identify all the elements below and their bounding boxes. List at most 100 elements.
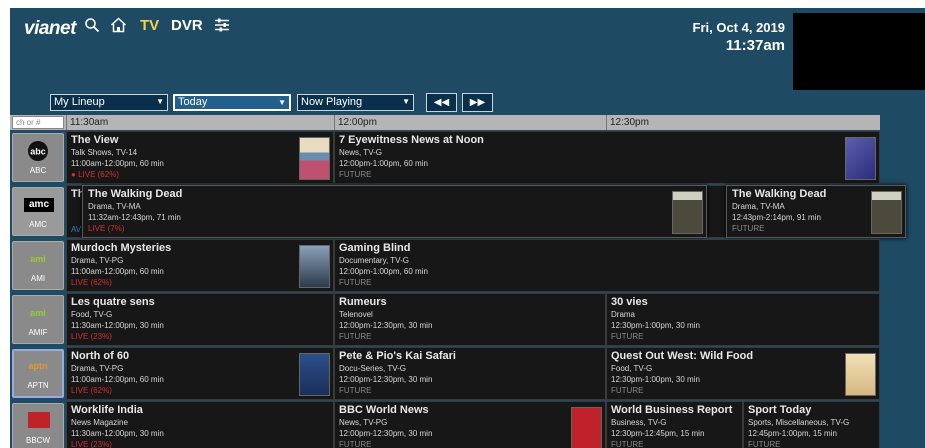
program-status: LIVE (7%) bbox=[88, 224, 125, 233]
day-select[interactable]: Today ▼ bbox=[173, 94, 291, 111]
program-genre: Drama, TV-MA bbox=[88, 202, 141, 211]
program-title: North of 60 bbox=[71, 350, 130, 362]
video-preview[interactable] bbox=[793, 13, 925, 90]
program-cell[interactable]: 7 Eyewitness News at Noon News, TV-G 12:… bbox=[334, 131, 880, 184]
program-title: Murdoch Mysteries bbox=[71, 242, 172, 254]
program-cell[interactable]: Rumeurs Telenovel 12:00pm-12:30pm, 30 mi… bbox=[334, 293, 606, 346]
channel-aptn[interactable]: aptn APTN bbox=[12, 349, 64, 398]
program-popup[interactable]: The Walking Dead Drama, TV-MA 12:43pm-2:… bbox=[726, 185, 906, 238]
program-cell[interactable]: Worklife India News Magazine 11:30am-12:… bbox=[66, 401, 334, 448]
program-title: Pete & Pio's Kai Safari bbox=[339, 350, 456, 362]
channel-row-abc: abc ABC The View Talk Shows, TV-14 11:00… bbox=[10, 131, 880, 184]
bbc-logo-icon bbox=[28, 412, 50, 428]
program-status: FUTURE bbox=[339, 170, 372, 179]
program-cell[interactable]: BBC World News News, TV-PG 12:00pm-12:30… bbox=[334, 401, 606, 448]
day-select-value: Today bbox=[178, 96, 208, 108]
lineup-select-value: My Lineup bbox=[54, 96, 105, 108]
program-genre: Docu-Series, TV-G bbox=[339, 364, 406, 373]
program-thumbnail bbox=[672, 191, 703, 234]
channel-row-aptn: aptn APTN North of 60 Drama, TV-PG 11:00… bbox=[10, 347, 880, 400]
program-time: 12:00pm-1:00pm, 60 min bbox=[339, 159, 428, 168]
lineup-select[interactable]: My Lineup ▼ bbox=[50, 94, 168, 111]
channel-abc[interactable]: abc ABC bbox=[12, 133, 64, 182]
program-cell[interactable]: 30 vies Drama 12:30pm-1:00pm, 30 min FUT… bbox=[606, 293, 880, 346]
channel-ami[interactable]: ami AMI bbox=[12, 241, 64, 290]
channel-row-amif: ami AMIF Les quatre sens Food, TV-G 11:3… bbox=[10, 293, 880, 346]
program-status: FUTURE bbox=[339, 386, 372, 395]
program-status: LIVE (23%) bbox=[71, 440, 112, 448]
program-genre: News, TV-G bbox=[339, 148, 382, 157]
program-status: FUTURE bbox=[611, 386, 644, 395]
program-cell[interactable]: The View Talk Shows, TV-14 11:00am-12:00… bbox=[66, 131, 334, 184]
channel-name: AMI bbox=[30, 274, 46, 283]
channel-amif[interactable]: ami AMIF bbox=[12, 295, 64, 344]
svg-text:abc: abc bbox=[30, 147, 46, 157]
program-title: Les quatre sens bbox=[71, 296, 155, 308]
program-cell[interactable]: Sport Today Sports, Miscellaneous, TV-G … bbox=[743, 401, 880, 448]
program-thumbnail bbox=[571, 407, 602, 448]
program-thumbnail bbox=[845, 137, 876, 180]
program-title: Sport Today bbox=[748, 404, 812, 416]
program-title: BBC World News bbox=[339, 404, 429, 416]
program-cell[interactable]: World Business Report Business, TV-G 12:… bbox=[606, 401, 743, 448]
aptn-logo-icon: aptn bbox=[28, 361, 48, 371]
sliders-icon[interactable] bbox=[214, 17, 230, 38]
program-cell[interactable]: Pete & Pio's Kai Safari Docu-Series, TV-… bbox=[334, 347, 606, 400]
program-genre: Drama, TV-PG bbox=[71, 364, 124, 373]
nav-dvr[interactable]: DVR bbox=[171, 17, 203, 34]
datetime: Fri, Oct 4, 2019 11:37am bbox=[693, 20, 786, 54]
program-thumbnail bbox=[871, 191, 902, 234]
channel-row-ami: ami AMI Murdoch Mysteries Drama, TV-PG 1… bbox=[10, 239, 880, 292]
program-genre: Food, TV-G bbox=[71, 310, 113, 319]
program-status: FUTURE bbox=[748, 440, 781, 448]
program-thumbnail bbox=[299, 137, 330, 180]
time-slot: 12:00pm bbox=[334, 115, 606, 130]
program-status: FUTURE bbox=[339, 278, 372, 287]
program-title: 30 vies bbox=[611, 296, 648, 308]
program-cell[interactable]: Quest Out West: Wild Food Food, TV-G 12:… bbox=[606, 347, 880, 400]
program-time: 12:00pm-12:30pm, 30 min bbox=[339, 321, 433, 330]
program-status: FUTURE bbox=[339, 440, 372, 448]
chevron-down-icon: ▼ bbox=[402, 97, 410, 106]
program-cell[interactable]: North of 60 Drama, TV-PG 11:00am-12:00pm… bbox=[66, 347, 334, 400]
program-genre: Sports, Miscellaneous, TV-G bbox=[748, 418, 850, 427]
program-genre: Drama, TV-PG bbox=[71, 256, 124, 265]
program-time: 12:30pm-1:00pm, 30 min bbox=[611, 321, 700, 330]
channel-name: AMIF bbox=[28, 328, 48, 337]
search-icon[interactable] bbox=[84, 17, 100, 38]
program-status: LIVE (62%) bbox=[71, 386, 112, 395]
home-icon[interactable] bbox=[110, 17, 127, 38]
program-status: FUTURE bbox=[611, 332, 644, 341]
channel-bbcw[interactable]: BBCW bbox=[12, 403, 64, 448]
program-title: The View bbox=[71, 134, 119, 146]
channel-amc[interactable]: amc AMC bbox=[12, 187, 64, 236]
amc-logo-icon: amc bbox=[24, 198, 54, 212]
program-time: 11:00am-12:00pm, 60 min bbox=[71, 159, 164, 168]
program-cell[interactable]: Murdoch Mysteries Drama, TV-PG 11:00am-1… bbox=[66, 239, 334, 292]
program-popup[interactable]: The Walking Dead Drama, TV-MA 11:32am-12… bbox=[82, 185, 707, 238]
program-time: 11:32am-12:43pm, 71 min bbox=[88, 213, 181, 222]
showing-select[interactable]: Now Playing ▼ bbox=[297, 94, 414, 111]
prev-page-button[interactable]: ◀◀ bbox=[426, 93, 457, 112]
program-title: The Walking Dead bbox=[88, 188, 183, 200]
channel-name: APTN bbox=[27, 381, 49, 390]
program-title: Rumeurs bbox=[339, 296, 387, 308]
program-title: World Business Report bbox=[611, 404, 733, 416]
chevron-down-icon: ▼ bbox=[278, 98, 286, 107]
nav-tv[interactable]: TV bbox=[140, 17, 159, 34]
channel-row-amc: amc AMC Th AV The Walking Dead Drama, TV… bbox=[10, 185, 906, 238]
time-slot: 11:30am bbox=[66, 115, 334, 130]
program-cell[interactable]: Les quatre sens Food, TV-G 11:30am-12:00… bbox=[66, 293, 334, 346]
program-time: 11:00am-12:00pm, 60 min bbox=[71, 375, 164, 384]
channel-name: AMC bbox=[29, 220, 47, 229]
time-label: 11:37am bbox=[725, 37, 785, 54]
program-time: 12:30pm-12:45pm, 15 min bbox=[611, 429, 705, 438]
program-title: Quest Out West: Wild Food bbox=[611, 350, 754, 362]
channel-search-input[interactable]: ch or # bbox=[12, 116, 64, 129]
program-cell[interactable]: Gaming Blind Documentary, TV-G 12:00pm-1… bbox=[334, 239, 880, 292]
next-page-button[interactable]: ▶▶ bbox=[462, 93, 493, 112]
program-thumbnail bbox=[845, 353, 876, 396]
ami-logo-icon: ami bbox=[30, 254, 46, 264]
date-label: Fri, Oct 4, 2019 bbox=[692, 20, 786, 35]
abc-logo-icon: abc bbox=[28, 141, 48, 161]
